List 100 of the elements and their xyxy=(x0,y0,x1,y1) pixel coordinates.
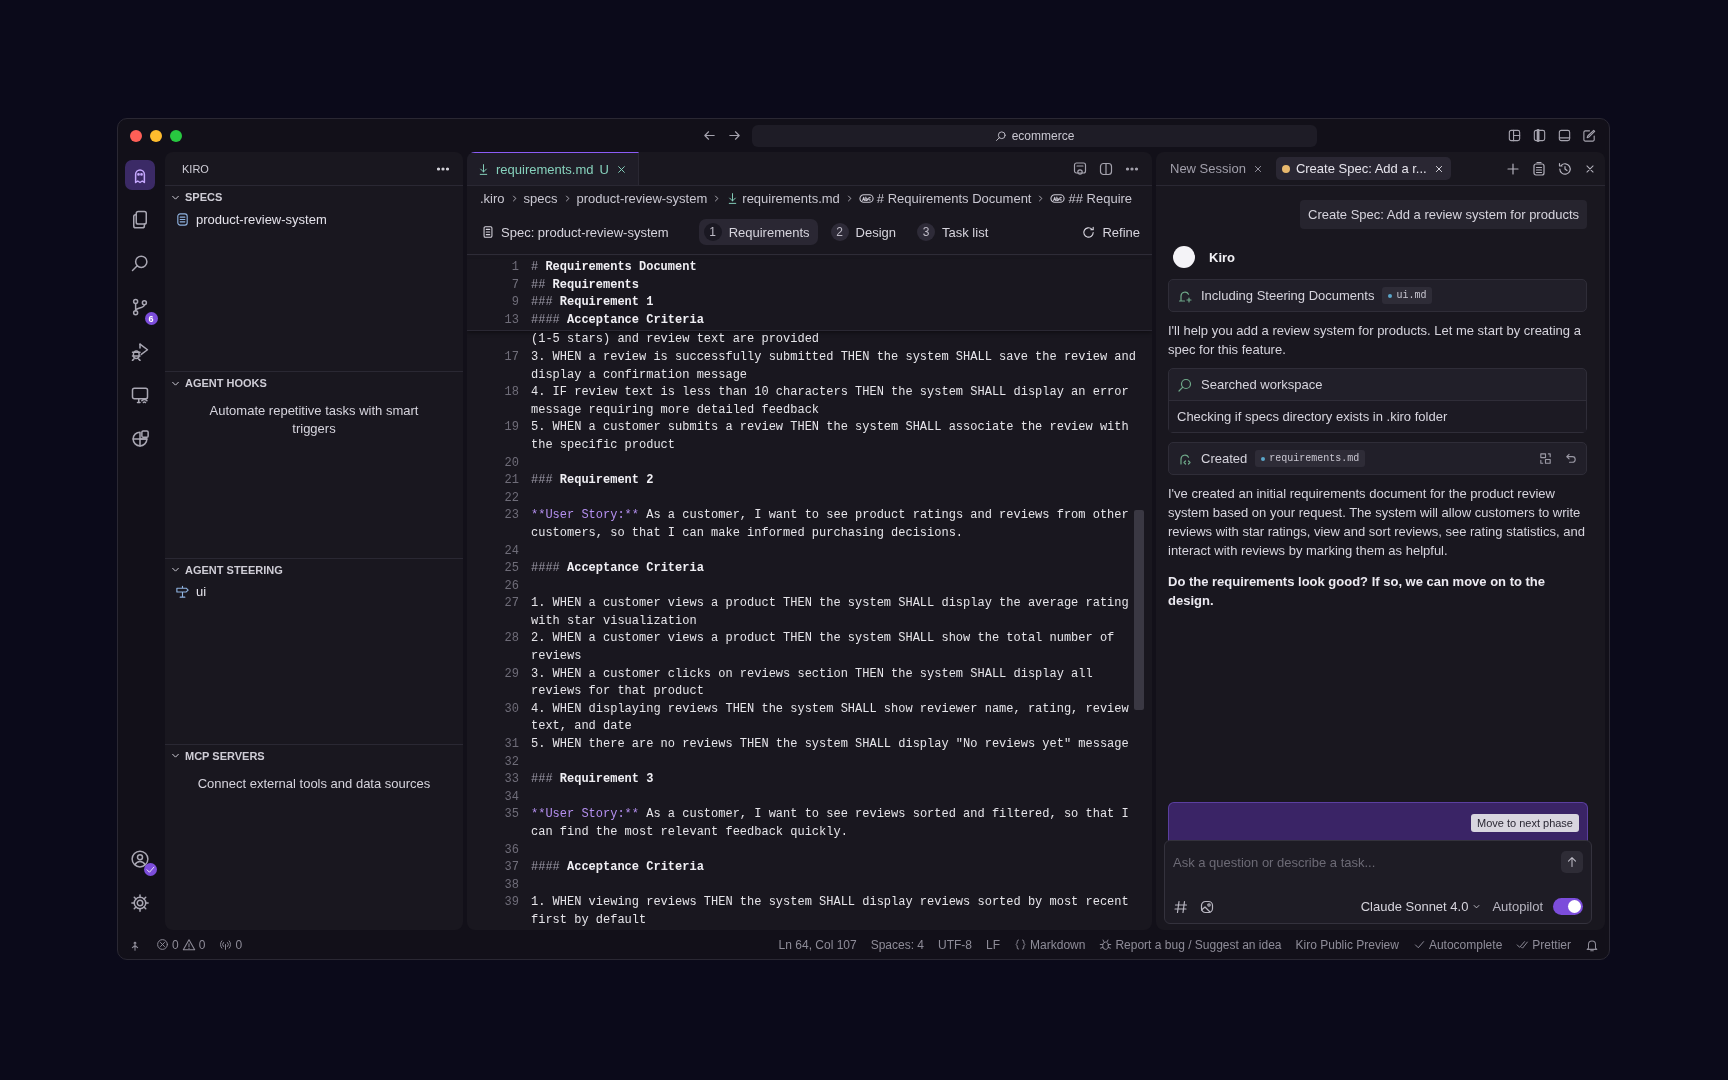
editor-tab[interactable]: requirements.md U xyxy=(467,152,639,185)
next-phase-button[interactable]: Move to next phase xyxy=(1471,814,1579,832)
search-field[interactable]: ecommerce xyxy=(752,124,1317,147)
tool-label: Including Steering Documents xyxy=(1201,288,1375,303)
search-icon xyxy=(129,253,150,273)
refine-button[interactable]: Refine xyxy=(1081,224,1140,240)
section-header[interactable]: SPECS xyxy=(165,186,463,208)
extensions-icon xyxy=(129,429,150,449)
minimize-button[interactable] xyxy=(150,129,162,142)
status-item[interactable]: Ln 64, Col 107 xyxy=(778,937,857,952)
sidebar-toggle-icon[interactable] xyxy=(1532,128,1547,143)
send-button[interactable] xyxy=(1561,851,1583,873)
agent-message: I'll help you add a review system for products. Let me start by creating a spec for this feature. xyxy=(1168,322,1582,359)
code-line: 5. WHEN a customer submits a review THEN the system SHALL associate the review with the specific product xyxy=(531,419,1130,454)
status-item[interactable]: Prettier xyxy=(1516,937,1571,952)
breadcrumb[interactable]: product-review-system xyxy=(576,190,708,206)
line-number: 26 xyxy=(503,577,519,595)
section-header[interactable]: AGENT HOOKS xyxy=(165,372,463,395)
maximize-button[interactable] xyxy=(170,129,182,142)
signpost-icon xyxy=(175,584,190,599)
phase-tab[interactable]: 1 Requirements xyxy=(698,219,818,245)
model-dropdown[interactable]: Claude Sonnet 4.0 xyxy=(1360,899,1483,914)
line-number: 29 xyxy=(503,665,519,683)
line-number: 35 xyxy=(503,806,519,824)
check-icon xyxy=(1412,938,1426,951)
status-item[interactable]: 0 xyxy=(219,937,243,952)
monitor-icon xyxy=(129,385,150,405)
diff-icon[interactable] xyxy=(1538,451,1553,466)
run-debug-icon xyxy=(129,341,150,361)
hash-icon[interactable] xyxy=(1173,898,1189,915)
breadcrumb[interactable]: .kiro xyxy=(480,190,505,206)
file-chip[interactable]: requirements.md xyxy=(1255,450,1366,467)
line-number: 34 xyxy=(503,788,519,806)
kiro-tab[interactable] xyxy=(124,160,155,190)
line-number: 18 xyxy=(503,384,519,402)
document-icon xyxy=(481,225,495,239)
line-number: 25 xyxy=(503,560,519,578)
line-number: 20 xyxy=(503,454,519,472)
back-icon[interactable] xyxy=(702,128,717,143)
avatar xyxy=(1173,246,1195,268)
file-chip[interactable]: ui.md xyxy=(1382,287,1433,304)
line-number: 38 xyxy=(503,876,519,894)
breadcrumb[interactable]: # Requirements Document xyxy=(858,190,1032,206)
section-header[interactable]: AGENT STEERING xyxy=(165,558,463,581)
section-header[interactable]: MCP SERVERS xyxy=(165,744,463,767)
status-item[interactable]: 0 0 xyxy=(156,937,206,952)
document-icon xyxy=(175,211,190,227)
code-line: 4. WHEN displaying reviews THEN the system SHALL show reviewer name, rating, review text, and date xyxy=(531,700,1130,736)
settings-icon[interactable] xyxy=(129,893,150,913)
line-number: 30 xyxy=(503,700,519,718)
layout-icon[interactable] xyxy=(1507,128,1522,143)
bell-icon[interactable] xyxy=(1585,937,1599,952)
line-number: 22 xyxy=(503,489,519,507)
agent-message: I've created an initial requirements document for the product review system based on your request. The system will allow customers to write reviews with star ratings, view and sort reviews, see rating statistics, and interact with reviews by marking them as helpful. xyxy=(1168,485,1586,560)
close-button[interactable] xyxy=(130,129,142,142)
phase-tab[interactable]: 2 Design xyxy=(825,219,905,245)
agent-message: Do the requirements look good? If so, we can move on to the design. xyxy=(1168,573,1547,610)
list-icon[interactable] xyxy=(1531,160,1547,177)
breadcrumb[interactable]: requirements.md xyxy=(726,190,840,206)
phase-tab[interactable]: 3 Task list xyxy=(912,219,997,245)
agent-name: Kiro xyxy=(1209,249,1235,265)
tree-item[interactable]: product-review-system xyxy=(165,208,463,230)
panel-title: KIRO xyxy=(182,162,209,175)
code-line: #### Acceptance Criteria xyxy=(531,859,705,877)
autopilot-toggle[interactable] xyxy=(1553,898,1583,915)
panel-toggle-icon[interactable] xyxy=(1557,128,1572,143)
scrollbar[interactable] xyxy=(1134,510,1144,710)
preview-icon[interactable] xyxy=(1072,160,1088,177)
undo-icon[interactable] xyxy=(1563,451,1578,466)
split-editor-icon[interactable] xyxy=(1098,160,1114,177)
code-line: 3. WHEN a customer clicks on reviews section THEN the system SHALL display all reviews for that product xyxy=(531,665,1094,701)
history-icon[interactable] xyxy=(1557,160,1573,177)
status-item[interactable]: LF xyxy=(986,937,1001,952)
chat-input[interactable]: Ask a question or describe a task... Claude Sonnet 4.0 Autopilot xyxy=(1164,840,1592,924)
empty-message: Automate repetitive tasks with smart triggers xyxy=(208,402,420,439)
forward-icon[interactable] xyxy=(727,128,742,143)
image-icon[interactable] xyxy=(1199,898,1215,915)
warning-icon xyxy=(181,937,196,952)
status-item[interactable]: Kiro Public Preview xyxy=(1295,937,1399,952)
code-line: 1. WHEN viewing reviews THEN the system SHALL display reviews sorted by most recent first by default xyxy=(531,894,1130,929)
status-item[interactable]: Spaces: 4 xyxy=(870,937,925,952)
status-item[interactable]: Report a bug / Suggest an idea xyxy=(1099,937,1282,952)
breadcrumb[interactable]: ## Require xyxy=(1050,190,1133,206)
line-number: 13 xyxy=(503,311,519,329)
broadcast-icon xyxy=(219,938,233,951)
status-item[interactable]: Markdown xyxy=(1014,937,1086,952)
session-tab[interactable]: Create Spec: Add a r... xyxy=(1275,157,1451,180)
account-icon[interactable] xyxy=(129,849,150,869)
status-item[interactable]: UTF-8 xyxy=(938,937,973,952)
compose-icon[interactable] xyxy=(1582,128,1597,143)
source-control-tab[interactable]: 6 xyxy=(124,292,155,322)
tree-item[interactable]: ui xyxy=(165,580,463,603)
status-item[interactable]: Autocomplete xyxy=(1412,937,1503,952)
line-number: 28 xyxy=(503,630,519,648)
line-number: 37 xyxy=(503,859,519,877)
session-tab[interactable]: New Session xyxy=(1164,157,1270,180)
code-line: ## Requirements xyxy=(531,276,641,294)
code-line: 4. IF review text is less than 10 characters THEN the system SHALL display an error message requiring more detailed feedback xyxy=(531,384,1130,419)
code-line: **User Story:** As a customer, I want to see reviews sorted and filtered, so that I can find the most relevant feedback quickly. xyxy=(531,806,1130,841)
breadcrumb[interactable]: specs xyxy=(523,190,558,206)
